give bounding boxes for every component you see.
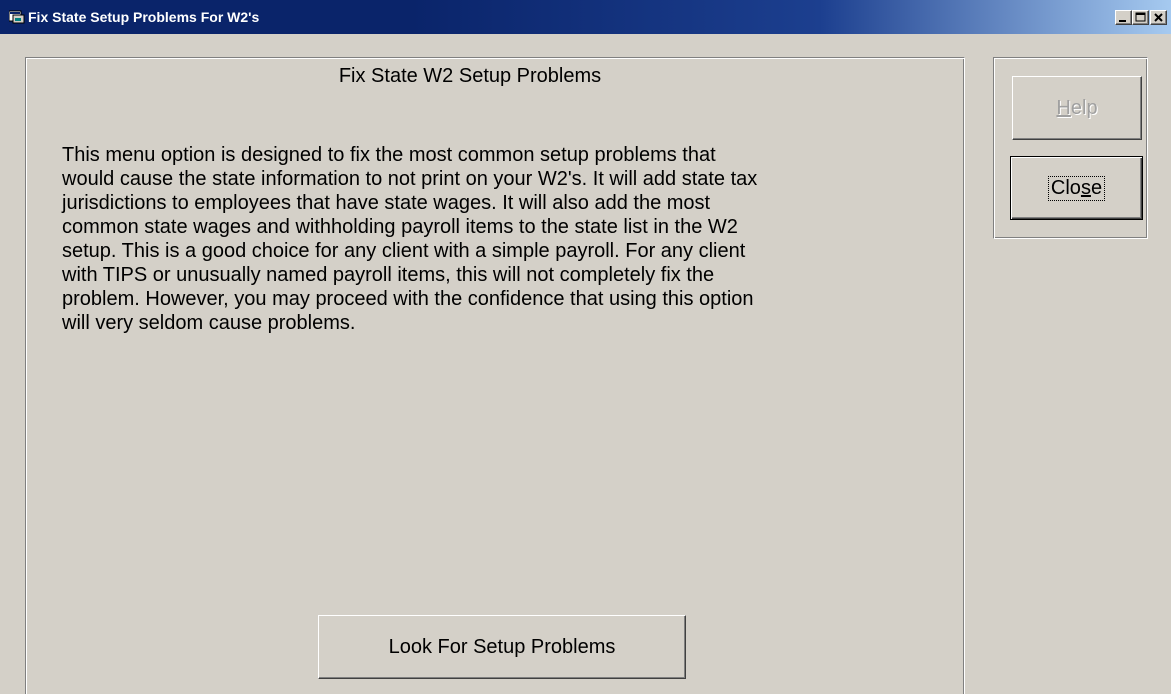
close-label-a: Clo — [1050, 176, 1081, 199]
minimize-button[interactable] — [1115, 10, 1132, 25]
close-label-c: e — [1090, 176, 1103, 199]
close-mnemonic: s — [1080, 176, 1091, 199]
close-button[interactable]: Close — [1010, 156, 1143, 220]
description-line: with TIPS or unusually named payroll ite… — [62, 264, 715, 286]
description-line: would cause the state information to not… — [62, 168, 758, 190]
description-line: will very seldom cause problems. — [62, 312, 356, 334]
help-mnemonic: H — [1056, 96, 1071, 119]
description-text: This menu option is designed to fix the … — [62, 143, 942, 335]
title-bar[interactable]: Fix State Setup Problems For W2's — [0, 0, 1171, 34]
look-button-label: Look For Setup Problems — [388, 635, 616, 658]
close-button-label: Close — [1047, 175, 1106, 201]
maximize-icon — [1135, 12, 1146, 22]
description-line: This menu option is designed to fix the … — [62, 144, 716, 166]
dialog-window: Fix State Setup Problems For W2's Fix St… — [0, 0, 1171, 694]
help-button[interactable]: Help — [1012, 76, 1142, 140]
description-line: jurisdictions to employees that have sta… — [62, 192, 711, 214]
description-line: problem. However, you may proceed with t… — [62, 288, 754, 310]
close-icon — [1154, 13, 1163, 22]
look-for-setup-problems-button[interactable]: Look For Setup Problems — [318, 615, 686, 679]
window-close-button[interactable] — [1150, 10, 1167, 25]
description-line: setup. This is a good choice for any cli… — [62, 240, 746, 262]
help-label-rest: elp — [1070, 96, 1098, 119]
description-line: common state wages and withholding payro… — [62, 216, 738, 238]
app-icon[interactable] — [8, 10, 25, 24]
minimize-icon — [1119, 20, 1126, 22]
page-title: Fix State W2 Setup Problems — [338, 65, 602, 87]
maximize-button[interactable] — [1132, 10, 1149, 25]
window-title: Fix State Setup Problems For W2's — [28, 9, 260, 25]
help-button-label: Help — [1056, 97, 1097, 120]
